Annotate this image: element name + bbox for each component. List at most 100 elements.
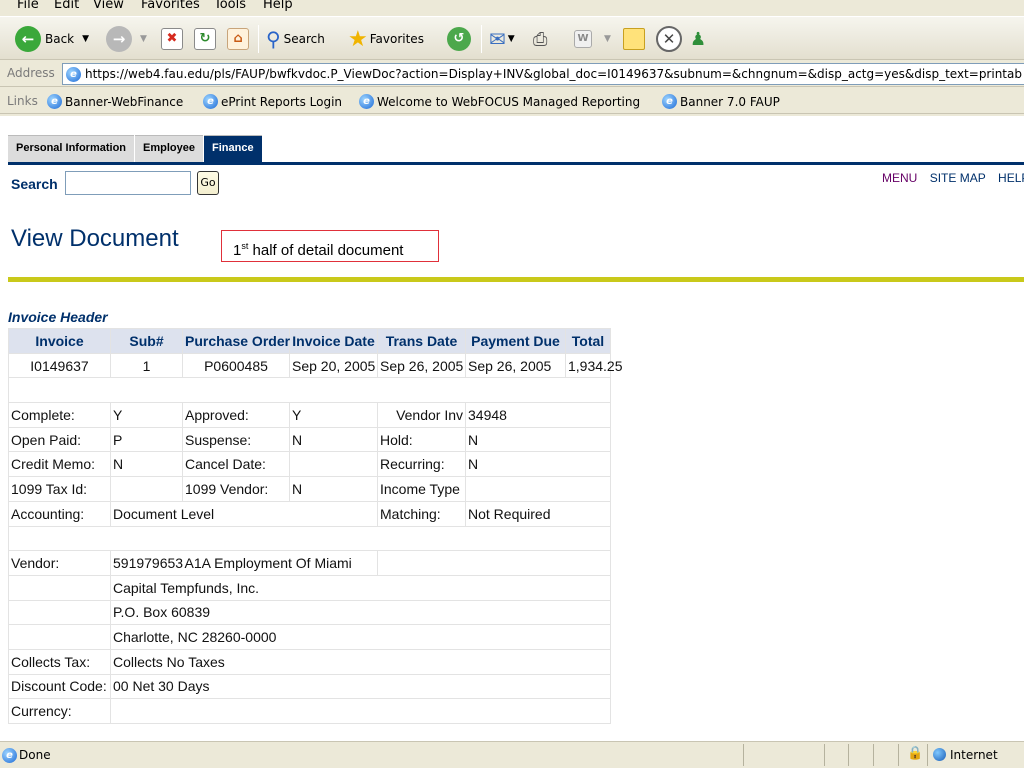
- field-value: 34948: [465, 402, 611, 428]
- ie-page-icon: e: [359, 94, 374, 109]
- status-pane: [824, 744, 825, 766]
- field-value: [289, 451, 378, 478]
- tab-divider: [8, 162, 1024, 165]
- field-label: Open Paid:: [8, 426, 111, 453]
- col-sub: Sub#: [110, 328, 183, 354]
- sub-number: 1: [110, 352, 183, 379]
- field-label: 1099 Vendor:: [182, 476, 290, 502]
- menu-view[interactable]: View: [93, 0, 124, 12]
- forward-button[interactable]: → ▼: [106, 24, 147, 54]
- menu-link[interactable]: MENU: [882, 171, 917, 185]
- field-label: Approved:: [182, 402, 290, 428]
- trans-date: Sep 26, 2005: [377, 352, 466, 379]
- col-payment-due: Payment Due: [465, 328, 566, 354]
- search-label: Search: [11, 176, 58, 192]
- empty-cell: [8, 599, 111, 626]
- toolbar-separator: [481, 25, 482, 53]
- menu-edit[interactable]: Edit: [54, 0, 79, 12]
- field-value: N: [110, 451, 183, 478]
- favorites-button[interactable]: ★ Favorites: [348, 24, 424, 54]
- discuss-button[interactable]: [623, 24, 645, 54]
- mail-button[interactable]: ✉ ▼: [489, 24, 515, 54]
- payment-due: Sep 26, 2005: [465, 352, 566, 379]
- ie-page-icon: e: [662, 94, 677, 109]
- site-map-link[interactable]: SITE MAP: [930, 171, 986, 185]
- field-label: Hold:: [377, 426, 466, 453]
- edit-button[interactable]: W ▼: [574, 24, 611, 54]
- links-label: Links: [7, 94, 38, 108]
- link-label: Welcome to WebFOCUS Managed Reporting: [377, 94, 641, 109]
- history-icon: ↺: [447, 27, 471, 51]
- col-purchase-order: Purchase Order: [182, 328, 290, 354]
- field-value: N: [289, 476, 378, 502]
- col-invoice-date: Invoice Date: [289, 328, 378, 354]
- vendor-address-line: P.O. Box 60839: [110, 599, 611, 626]
- favorites-button-label: Favorites: [369, 32, 424, 46]
- tab-finance[interactable]: Finance: [204, 135, 262, 162]
- link-label: Banner 7.0 FAUP: [680, 94, 780, 109]
- table-row: Discount Code: 00 Net 30 Days: [8, 673, 611, 700]
- address-label: Address: [7, 66, 55, 80]
- dropdown-arrow-icon[interactable]: ▼: [604, 34, 611, 44]
- home-button[interactable]: ⌂: [227, 24, 249, 54]
- go-button[interactable]: Go: [197, 171, 219, 195]
- home-icon: ⌂: [227, 28, 249, 50]
- field-label: Collects Tax:: [8, 648, 111, 675]
- purchase-order: P0600485: [182, 352, 290, 379]
- contacts-button[interactable]: ♟: [690, 24, 706, 54]
- address-url: https://web4.fau.edu/pls/FAUP/bwfkvdoc.P…: [85, 67, 1022, 81]
- status-text: Done: [19, 748, 51, 762]
- field-value: N: [289, 426, 378, 453]
- table-row: Charlotte, NC 28260-0000: [8, 624, 611, 650]
- empty-cell: [8, 624, 111, 650]
- field-label: Vendor:: [8, 550, 111, 576]
- print-button[interactable]: ⎙: [533, 24, 547, 54]
- field-label: Recurring:: [377, 451, 466, 478]
- history-button[interactable]: ↺: [447, 24, 471, 54]
- menu-file[interactable]: File: [17, 0, 39, 12]
- field-value: [110, 476, 183, 502]
- stop-icon: ✖: [161, 28, 183, 50]
- refresh-button[interactable]: ↻: [194, 24, 216, 54]
- menu-help[interactable]: Help: [263, 0, 293, 12]
- stop-button[interactable]: ✖: [161, 24, 183, 54]
- link-webfocus[interactable]: e Welcome to WebFOCUS Managed Reporting: [359, 94, 640, 109]
- spacer-row: [8, 377, 611, 404]
- search-button[interactable]: ⚲ Search: [266, 24, 325, 54]
- empty-cell: [8, 574, 111, 601]
- dropdown-arrow-icon[interactable]: ▼: [140, 34, 147, 44]
- table-row: Vendor: 591979653 A1A Employment Of Miam…: [8, 550, 611, 576]
- help-link[interactable]: HELP: [998, 171, 1024, 185]
- search-button-label: Search: [283, 32, 325, 46]
- invoice-header-title: Invoice Header: [8, 309, 108, 325]
- link-eprint-reports[interactable]: e ePrint Reports Login: [203, 94, 342, 109]
- status-pane: [743, 744, 744, 766]
- menu-tools[interactable]: Tools: [214, 0, 246, 12]
- table-row: Collects Tax: Collects No Taxes: [8, 648, 611, 675]
- search-input[interactable]: [65, 171, 191, 195]
- tab-employee[interactable]: Employee: [135, 135, 203, 162]
- address-input[interactable]: e https://web4.fau.edu/pls/FAUP/bwfkvdoc…: [62, 63, 1024, 85]
- dropdown-arrow-icon[interactable]: ▼: [82, 34, 89, 44]
- field-label: Credit Memo:: [8, 451, 111, 478]
- field-value: P: [110, 426, 183, 453]
- field-label: 1099 Tax Id:: [8, 476, 111, 502]
- field-label: Discount Code:: [8, 673, 111, 700]
- field-label: Currency:: [8, 698, 111, 724]
- back-label: Back: [45, 32, 75, 46]
- dropdown-arrow-icon[interactable]: ▼: [508, 34, 515, 44]
- field-value: N: [465, 426, 611, 453]
- menu-favorites[interactable]: Favorites: [141, 0, 200, 12]
- lock-icon: 🔒: [907, 746, 924, 761]
- table-row: Credit Memo: N Cancel Date: Recurring: N: [8, 451, 611, 478]
- link-banner-faup[interactable]: e Banner 7.0 FAUP: [662, 94, 780, 109]
- people-icon: ♟: [690, 28, 707, 50]
- globe-icon: [933, 748, 946, 761]
- tab-personal-information[interactable]: Personal Information: [8, 135, 135, 162]
- spacer-row: [8, 525, 611, 552]
- field-label: Income Type: [377, 476, 466, 502]
- messenger-button[interactable]: ✕: [656, 24, 682, 54]
- link-banner-webfinance[interactable]: e Banner-WebFinance: [47, 94, 183, 109]
- total: 1,934.25: [565, 352, 623, 379]
- back-button[interactable]: ← Back ▼: [15, 24, 89, 54]
